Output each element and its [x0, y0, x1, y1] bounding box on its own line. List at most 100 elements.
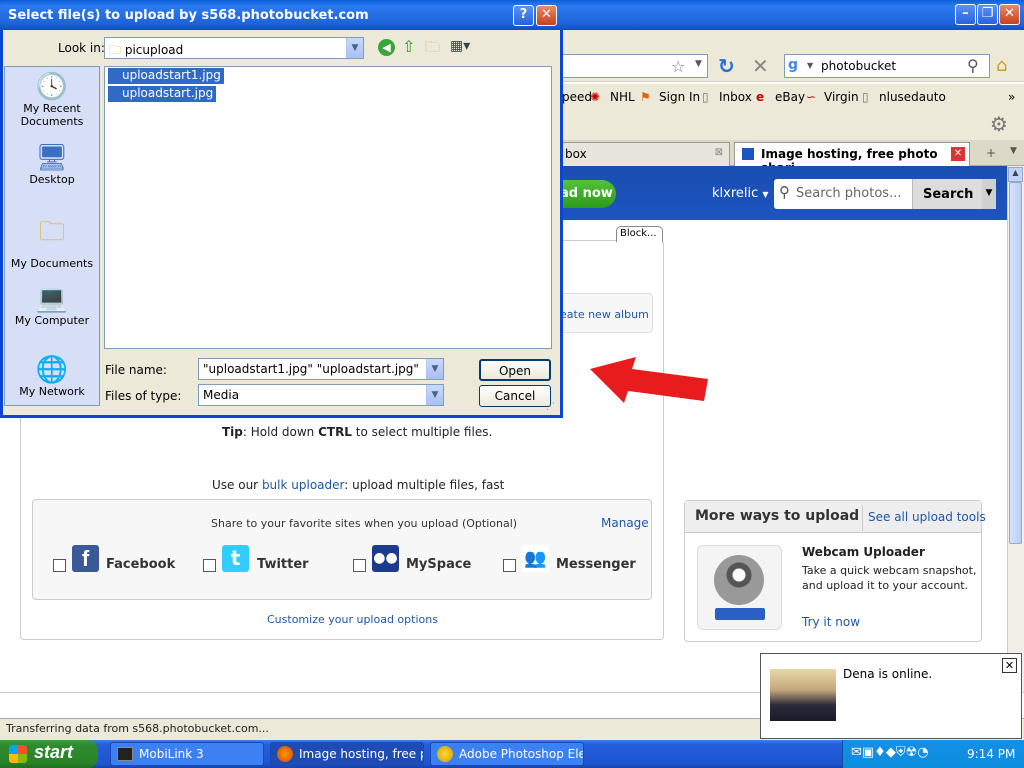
twitter-checkbox[interactable] [203, 559, 216, 572]
close-icon[interactable]: ✕ [1002, 658, 1017, 673]
search-dropdown-icon[interactable]: ▼ [982, 179, 996, 209]
search-button[interactable]: Search [912, 179, 982, 209]
place-my-network[interactable]: 🌐 My Network [4, 355, 100, 398]
help-button[interactable]: ? [513, 5, 534, 26]
facebook-label: Facebook [106, 557, 176, 572]
place-label: My Network [19, 385, 85, 398]
file-item[interactable]: uploadstart1.jpg [108, 68, 224, 84]
photoshop-icon [437, 746, 453, 762]
place-label: My Documents [10, 257, 94, 270]
dropdown-icon[interactable]: ▼ [695, 59, 702, 69]
minimize-button[interactable]: – [955, 4, 976, 25]
look-in-value: picupload [124, 43, 184, 57]
tab-close-icon[interactable]: ✕ [951, 147, 965, 161]
reload-icon[interactable]: ↻ [718, 54, 735, 78]
file-name-label: File name: [105, 363, 167, 377]
webcam-title: Webcam Uploader [802, 545, 925, 559]
bookmark-ebay[interactable]: eBay [775, 90, 805, 104]
home-icon[interactable]: ⌂ [996, 55, 1007, 76]
messenger-label: Messenger [556, 557, 636, 572]
scrollbar-thumb[interactable] [1009, 182, 1022, 544]
new-tab-icon[interactable]: + [986, 146, 996, 160]
dialog-close-button[interactable]: ✕ [536, 5, 557, 26]
start-label: start [34, 742, 74, 762]
customize-link[interactable]: Customize your upload options [267, 613, 438, 626]
taskbar-item-photoshop[interactable]: Adobe Photoshop Ele... [430, 742, 584, 766]
tab-inbox[interactable]: box ⊠ [556, 142, 730, 166]
address-bar[interactable]: ☆ ▼ [560, 54, 708, 78]
bookmark-virgin[interactable]: Virgin [824, 90, 859, 104]
bookmark-signin[interactable]: Sign In [659, 90, 700, 104]
more-bookmarks-icon[interactable]: » [1008, 90, 1015, 104]
open-button[interactable]: Open [479, 359, 551, 381]
block-button[interactable]: Block... [616, 226, 663, 242]
myspace-icon: ●● [372, 545, 399, 572]
chevron-down-icon: ▼ [346, 38, 363, 58]
file-list[interactable] [104, 66, 552, 349]
search-box[interactable]: g ▼ photobucket ⚲ [784, 54, 990, 78]
twitter-icon: t [222, 545, 249, 572]
file-name-input[interactable]: "uploadstart1.jpg" "uploadstart.jpg" ▼ [198, 358, 444, 380]
gear-icon[interactable]: ⚙ [990, 112, 1008, 136]
browser-close-button[interactable]: ✕ [999, 4, 1020, 25]
taskbar-item-firefox[interactable]: Image hosting, free p... [270, 742, 424, 766]
back-icon[interactable]: ◀ [378, 39, 395, 56]
bulk-suffix: : upload multiple files, fast [344, 478, 505, 492]
resize-grip-icon[interactable]: ⋰ [546, 402, 555, 412]
tab-close-icon[interactable]: ⊠ [715, 147, 723, 158]
place-my-computer[interactable]: 💻 My Computer [4, 284, 100, 327]
tray-icons[interactable]: ✉▣♦◆⛨☢◔ [851, 745, 929, 760]
bulk-uploader-text: Use our bulk uploader: upload multiple f… [212, 478, 504, 492]
tab-photobucket[interactable]: Image hosting, free photo shari... ✕ [734, 142, 970, 175]
look-in-select[interactable]: 🗀 picupload ▼ [104, 37, 364, 59]
chevron-down-icon: ▼ [762, 190, 769, 199]
bookmark-inbox[interactable]: Inbox [719, 90, 752, 104]
username-menu[interactable]: klxrelic ▼ [712, 186, 769, 201]
page-icon: ▯ [862, 90, 869, 104]
engine-dropdown-icon[interactable]: ▼ [807, 61, 813, 70]
magnifier-icon[interactable]: ⚲ [967, 56, 979, 75]
cancel-button[interactable]: Cancel [479, 385, 551, 407]
bulk-uploader-link[interactable]: bulk uploader [262, 478, 344, 492]
page-icon: ▯ [702, 90, 709, 104]
manage-link[interactable]: Manage [601, 516, 649, 530]
bookmark-speed[interactable]: peed [562, 90, 592, 104]
file-item[interactable]: uploadstart.jpg [108, 86, 217, 102]
clock: 9:14 PM [967, 747, 1016, 761]
stop-icon[interactable]: ✕ [752, 54, 769, 78]
maximize-button[interactable]: ❐ [977, 4, 998, 25]
place-recent[interactable]: 🕓 My Recent Documents [4, 72, 100, 128]
tab-label: box [565, 147, 587, 161]
search-icon: ⚲ [779, 183, 790, 201]
new-folder-icon[interactable]: 🗀 [425, 37, 440, 62]
facebook-checkbox[interactable] [53, 559, 66, 572]
try-it-now-link[interactable]: Try it now [802, 615, 860, 629]
taskbar-item-mobilink[interactable]: MobiLink 3 [110, 742, 264, 766]
google-icon: g [788, 57, 799, 73]
online-notification[interactable]: Dena is online. ✕ [760, 653, 1022, 739]
myspace-checkbox[interactable] [353, 559, 366, 572]
file-type-select[interactable]: Media ▼ [198, 384, 444, 406]
firefox-icon [277, 746, 293, 762]
star-icon[interactable]: ☆ [671, 57, 685, 76]
messenger-checkbox[interactable] [503, 559, 516, 572]
bookmark-nhl[interactable]: NHL [610, 90, 635, 104]
place-my-documents[interactable]: 🗀 My Documents [4, 213, 100, 270]
file-type-label: Files of type: [105, 389, 182, 403]
nhl-icon: ✺ [590, 90, 601, 104]
place-desktop[interactable]: 🖥 Desktop [4, 143, 100, 186]
start-button[interactable]: start [0, 740, 98, 768]
create-album-link[interactable]: eate new album [560, 308, 649, 321]
view-menu-icon[interactable]: ▦▾ [450, 38, 470, 54]
my-network-icon: 🌐 [35, 355, 69, 385]
bookmark-nlusedauto[interactable]: nlusedauto [879, 90, 946, 104]
tab-list-icon[interactable]: ▼ [1010, 146, 1017, 156]
my-documents-icon: 🗀 [38, 217, 65, 247]
photo-search: ⚲ Search photos... Search ▼ [774, 179, 996, 209]
share-box [32, 499, 652, 600]
photo-search-input[interactable]: Search photos... [796, 186, 901, 201]
tip-text: Tip: Hold down CTRL to select multiple f… [222, 425, 492, 439]
up-folder-icon[interactable]: ⇧ [402, 37, 415, 56]
scroll-up-button[interactable]: ▲ [1008, 167, 1023, 182]
see-all-tools-link[interactable]: See all upload tools [868, 510, 986, 524]
